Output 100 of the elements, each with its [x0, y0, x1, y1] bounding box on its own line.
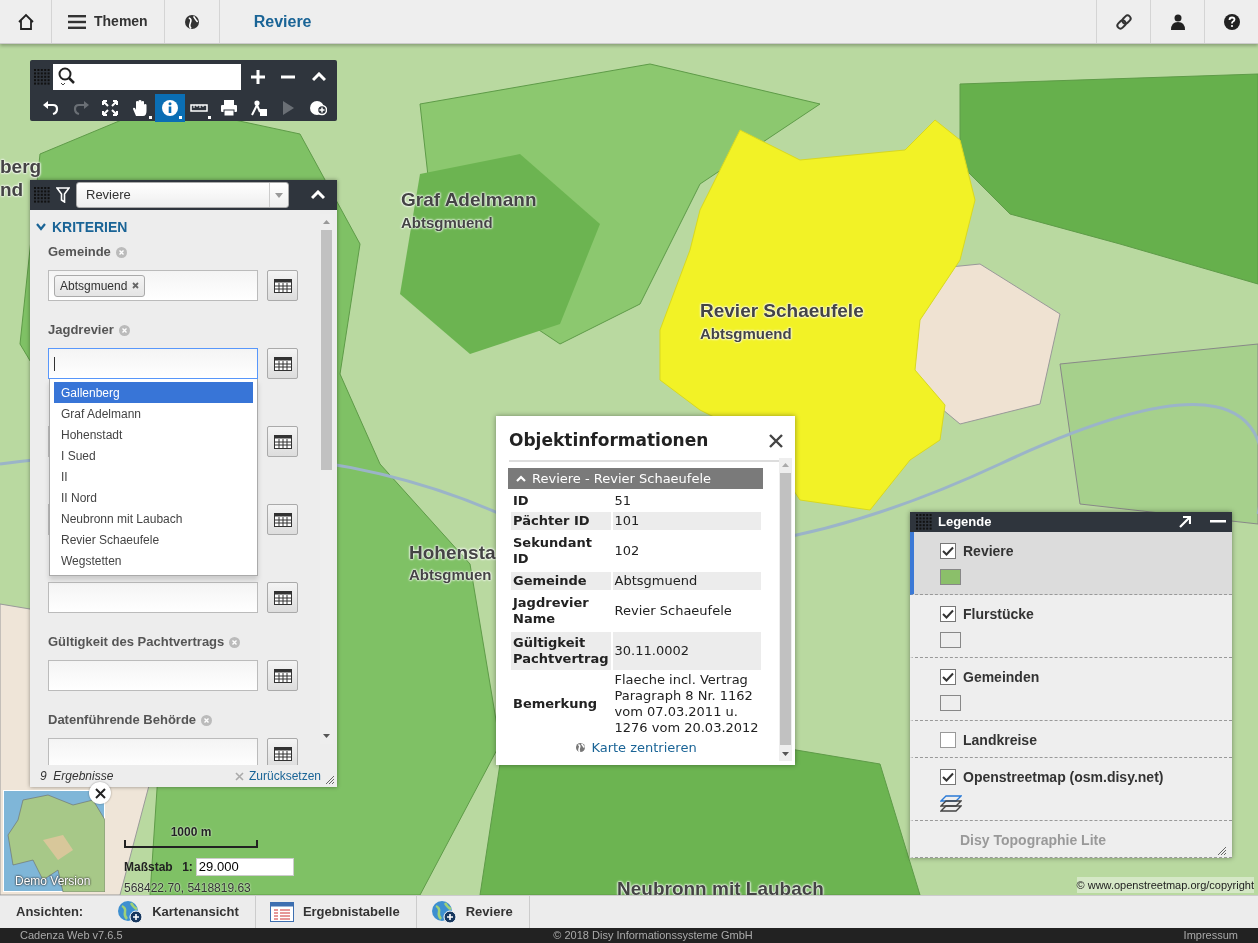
- legend-item[interactable]: Openstreetmap (osm.disy.net): [910, 758, 1232, 821]
- table-button[interactable]: [267, 426, 298, 457]
- attribute-name: Sekundant ID: [512, 534, 593, 568]
- legend-item[interactable]: Reviere: [910, 532, 1232, 595]
- checkbox[interactable]: [940, 732, 956, 748]
- table-icon: [273, 668, 292, 683]
- info-button[interactable]: [154, 94, 185, 122]
- dropdown-option[interactable]: Gallenberg: [54, 382, 253, 403]
- input-field[interactable]: [48, 660, 258, 691]
- globe-icon: [183, 13, 200, 30]
- layer-name: Openstreetmap (osm.disy.net): [963, 767, 1164, 787]
- checkbox[interactable]: [940, 669, 956, 685]
- layers-icon: [940, 795, 962, 813]
- table-icon: [273, 590, 292, 605]
- globe-plus-icon: [430, 900, 457, 924]
- dropdown-option[interactable]: Graf Adelmann: [54, 403, 253, 424]
- attribute-value: 51: [613, 492, 633, 510]
- check-icon: [942, 546, 954, 556]
- attribute-name: Gemeinde: [511, 572, 611, 590]
- dropdown-option[interactable]: Neubronn mit Laubach: [54, 508, 253, 529]
- checkbox[interactable]: [940, 769, 956, 785]
- close-icon: [234, 771, 244, 781]
- map-label: berg: [0, 157, 42, 178]
- globe-icon: [575, 742, 587, 754]
- table-icon: [273, 746, 292, 761]
- search-field[interactable]: [53, 64, 241, 90]
- dropdown-option[interactable]: II: [54, 466, 253, 487]
- input-field[interactable]: [48, 348, 258, 379]
- detach-button[interactable]: [1179, 516, 1191, 528]
- caret-up-icon: [312, 72, 327, 82]
- legend-item[interactable]: Flurstücke: [910, 595, 1232, 658]
- table-icon: [273, 278, 292, 293]
- search-icon: [57, 67, 76, 87]
- grip-icon[interactable]: [916, 514, 932, 530]
- section-toggle[interactable]: KRITERIEN: [36, 213, 128, 241]
- dropdown-option[interactable]: Wegstetten: [54, 550, 253, 571]
- attribute-name: ID: [512, 492, 530, 510]
- layer-select[interactable]: Reviere: [76, 182, 289, 208]
- dropdown-option[interactable]: II Nord: [54, 487, 253, 508]
- dropdown-option[interactable]: Revier Schaeufele: [54, 529, 253, 550]
- input-field[interactable]: Abtsgmuend: [48, 270, 258, 301]
- map-label: Revier Schaeufele: [700, 301, 864, 322]
- scale-label: 1000 m: [169, 826, 213, 839]
- imprint-link[interactable]: Impressum: [1183, 927, 1238, 943]
- table-icon: [269, 902, 294, 922]
- globe-plus-icon: [309, 99, 328, 117]
- reset-link[interactable]: Zurücksetzen: [234, 767, 321, 785]
- copyright-text: © 2018 Disy Informationssysteme GmbH: [553, 928, 753, 943]
- input-field[interactable]: [48, 582, 258, 613]
- copyright-text: © www.openstreetmap.org/copyright: [1076, 876, 1254, 893]
- scale-input[interactable]: 29.000: [195, 858, 294, 876]
- check-icon: [942, 672, 954, 682]
- table-button[interactable]: [267, 660, 298, 691]
- attribute-value: Flaeche incl. Vertrag Paragraph 8 Nr. 1162 vom 07.03.2011 u. 1276 vom 20.03.2012: [613, 672, 760, 736]
- attribute-value: Abtsgmuend: [612, 572, 761, 590]
- expand-icon: [101, 99, 120, 117]
- attribute-value: 102: [613, 542, 641, 560]
- redo-icon: [71, 99, 90, 117]
- table-button[interactable]: [267, 348, 298, 379]
- close-button[interactable]: [769, 434, 783, 448]
- map-label: Abtsgmuend: [700, 326, 792, 343]
- table-button[interactable]: [267, 504, 298, 535]
- filter-icon: [56, 187, 70, 203]
- empty-swatch: [940, 695, 961, 711]
- remove-icon[interactable]: [132, 282, 140, 289]
- checkbox[interactable]: [940, 543, 956, 559]
- map-label: Abtsgmuen: [409, 567, 492, 584]
- legend-item[interactable]: Gemeinden: [910, 658, 1232, 721]
- dropdown-option[interactable]: I Sued: [54, 445, 253, 466]
- layer-name: Disy Topographie Lite: [960, 830, 1106, 850]
- field-label: Gültigkeit des Pachtvertrags: [48, 633, 225, 652]
- legend-item[interactable]: Landkreise: [910, 721, 1232, 758]
- popup-title: Objektinformationen: [509, 429, 709, 453]
- input-field[interactable]: [48, 738, 258, 765]
- home-icon: [16, 12, 35, 31]
- dropdown-option[interactable]: Hohenstadt: [54, 424, 253, 445]
- resize-handle-icon[interactable]: [1218, 847, 1226, 855]
- close-icon: [94, 787, 106, 799]
- section-title: KRITERIEN: [52, 217, 128, 237]
- layer-name: Gemeinden: [963, 667, 1040, 687]
- caret-up-icon: [311, 190, 325, 200]
- result-count: 9 Ergebnisse: [40, 768, 114, 785]
- minimize-button[interactable]: [1210, 520, 1226, 524]
- grip-icon[interactable]: [34, 69, 50, 85]
- resize-handle-icon[interactable]: [326, 776, 334, 784]
- check-icon: [942, 609, 954, 619]
- table-button[interactable]: [267, 270, 298, 301]
- hand-icon: [130, 99, 149, 117]
- empty-swatch: [940, 632, 961, 648]
- table-button[interactable]: [267, 738, 298, 765]
- layer-name: Flurstücke: [963, 604, 1034, 624]
- group-header[interactable]: Reviere - Revier Schaeufele: [508, 468, 763, 489]
- link-icon: [1114, 12, 1133, 31]
- grip-icon[interactable]: [34, 187, 50, 203]
- checkbox[interactable]: [940, 606, 956, 622]
- center-map-link[interactable]: Karte zentrieren: [575, 738, 697, 758]
- table-icon: [273, 434, 292, 449]
- themes-button[interactable]: Themen: [52, 0, 165, 43]
- table-button[interactable]: [267, 582, 298, 613]
- scale-title: Maßstab: [124, 859, 173, 876]
